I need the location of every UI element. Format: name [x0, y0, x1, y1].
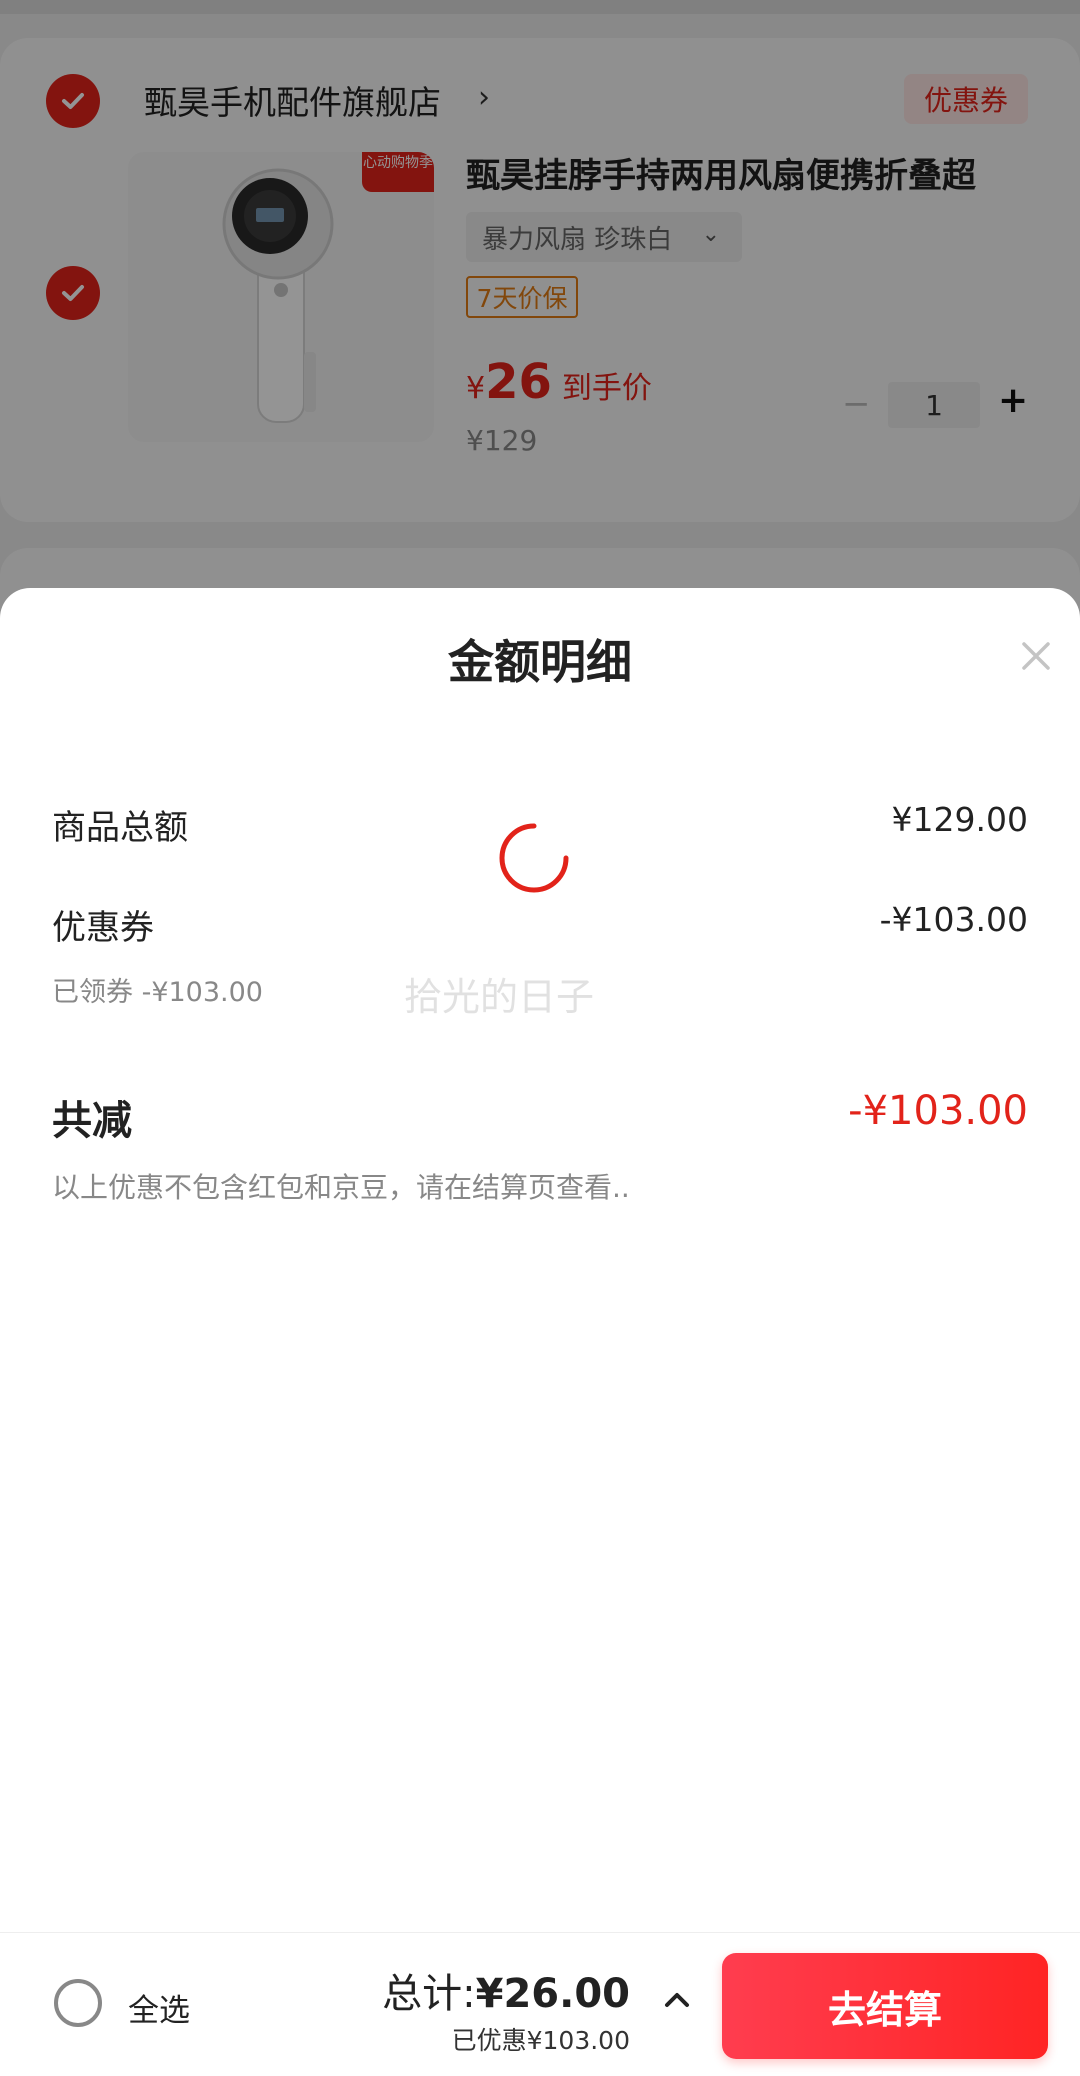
loading-spinner-icon: [499, 823, 569, 893]
total-line: 总计:¥26.00: [382, 1961, 630, 2019]
goods-total-value: ¥129.00: [891, 800, 1028, 839]
total-block: 总计:¥26.00 已优惠¥103.00: [382, 1961, 630, 2057]
select-all-label[interactable]: 全选: [128, 1985, 190, 2030]
amount-detail-sheet: 金额明细 商品总额 ¥129.00 优惠券 -¥103.00 已领券 -¥103…: [0, 588, 1080, 2076]
watermark-text: 拾光的日子: [404, 975, 595, 1019]
cart-page: 甄昊手机配件旗舰店 › 优惠券 心动购物季 甄昊挂脖手持两用风扇便携折叠超 暴力…: [0, 0, 1080, 2076]
total-reduction-label: 共减: [52, 1098, 132, 1144]
goods-total-label: 商品总额: [52, 808, 188, 848]
discount-note: 以上优惠不包含红包和京豆，请在结算页查看..: [52, 1171, 630, 1204]
checkout-button[interactable]: 去结算: [722, 1953, 1048, 2059]
total-reduction-value: -¥103.00: [848, 1088, 1028, 1134]
saved-amount: 已优惠¥103.00: [451, 2026, 630, 2055]
coupon-sub-label: 已领券 -¥103.00: [52, 977, 263, 1008]
chevron-up-icon[interactable]: [660, 1983, 694, 2017]
close-icon[interactable]: [1016, 636, 1056, 676]
total-amount: ¥26.00: [475, 1971, 630, 2017]
coupon-value: -¥103.00: [879, 900, 1028, 939]
total-prefix: 总计:: [382, 1971, 476, 2017]
select-all-radio[interactable]: [54, 1979, 102, 2027]
checkout-bar: 全选 总计:¥26.00 已优惠¥103.00 去结算: [0, 1932, 1080, 2076]
coupon-label: 优惠券: [52, 908, 154, 948]
sheet-title: 金额明细: [448, 635, 632, 689]
